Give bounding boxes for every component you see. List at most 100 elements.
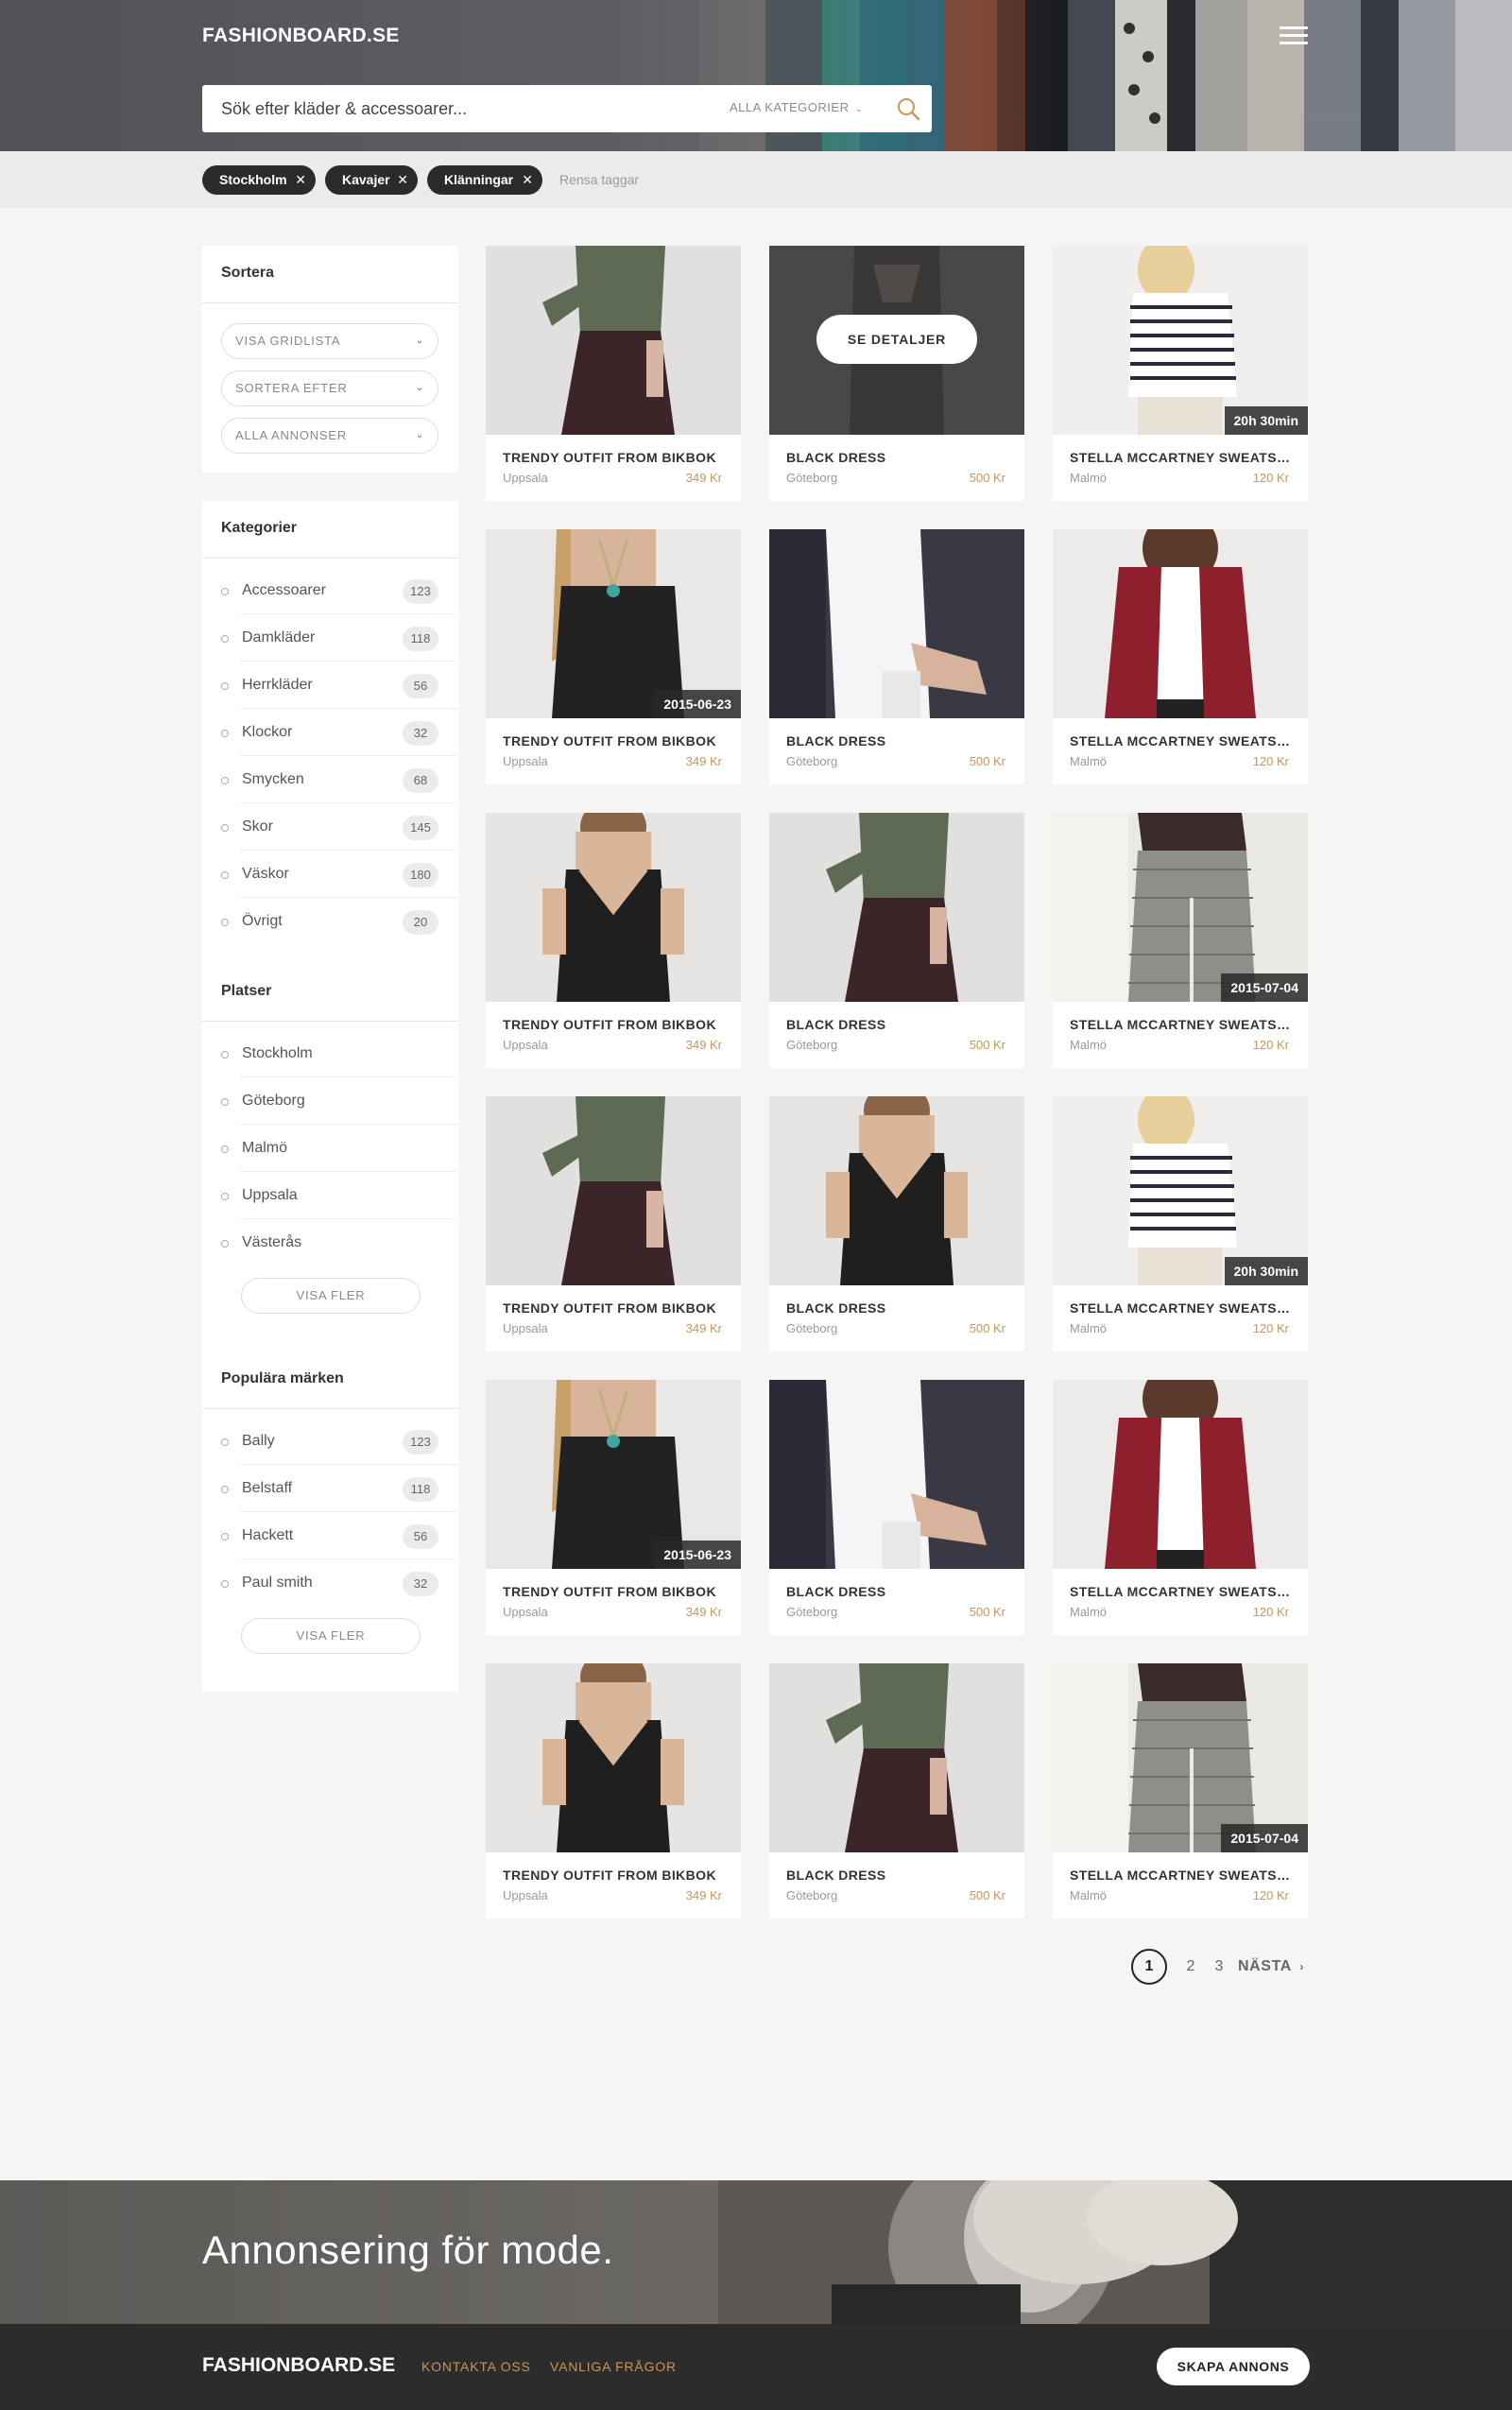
create-ad-button[interactable]: SKAPA ANNONS xyxy=(1157,2348,1310,2385)
next-page-button[interactable]: NÄSTA › xyxy=(1238,1949,1310,1985)
product-price: 500 Kr xyxy=(969,471,1005,485)
tag-chip-kavajer[interactable]: Kavajer ✕ xyxy=(325,165,418,195)
see-details-button[interactable]: SE DETALJER xyxy=(816,315,977,364)
product-title[interactable]: STELLA MCCARTNEY SWEATSHIRT xyxy=(1070,1868,1293,1883)
product-card[interactable]: SE DETALJER BLACK DRESS Göteborg 500 Kr xyxy=(769,246,1024,501)
place-item-vasteras[interactable]: Västerås xyxy=(221,1219,438,1266)
product-title[interactable]: STELLA MCCARTNEY SWEATSHIRT xyxy=(1070,1017,1293,1032)
product-image[interactable] xyxy=(769,1663,1024,1852)
page-1-button[interactable]: 1 xyxy=(1131,1949,1167,1985)
product-image[interactable] xyxy=(1053,1380,1308,1569)
product-card[interactable]: BLACK DRESS Göteborg 500 Kr xyxy=(769,529,1024,784)
product-title[interactable]: TRENDY OUTFIT FROM BIKBOK xyxy=(503,450,726,465)
category-item-klockor[interactable]: Klockor 32 xyxy=(221,709,457,756)
product-title[interactable]: STELLA MCCARTNEY SWEATSHIRT xyxy=(1070,1584,1293,1599)
chevron-down-icon: ⌄ xyxy=(415,430,424,440)
product-card[interactable]: TRENDY OUTFIT FROM BIKBOK Uppsala 349 Kr xyxy=(486,1096,741,1351)
close-icon[interactable]: ✕ xyxy=(522,165,533,195)
product-card[interactable]: BLACK DRESS Göteborg 500 Kr xyxy=(769,1380,1024,1635)
category-select[interactable]: ALLA KATEGORIER ⌄ xyxy=(730,100,863,114)
product-card[interactable]: BLACK DRESS Göteborg 500 Kr xyxy=(769,1663,1024,1919)
sort-panel: Sortera VISA GRIDLISTA ⌄ SORTERA EFTER ⌄ A… xyxy=(202,246,458,473)
product-title[interactable]: BLACK DRESS xyxy=(786,733,1009,749)
tag-chip-klanningar[interactable]: Klänningar ✕ xyxy=(427,165,542,195)
product-title[interactable]: TRENDY OUTFIT FROM BIKBOK xyxy=(503,733,726,749)
tag-chip-stockholm[interactable]: Stockholm ✕ xyxy=(202,165,316,195)
product-title[interactable]: STELLA MCCARTNEY SWEATSHIRT xyxy=(1070,1300,1293,1316)
product-image[interactable] xyxy=(769,529,1024,718)
product-card[interactable]: TRENDY OUTFIT FROM BIKBOK Uppsala 349 Kr xyxy=(486,1663,741,1919)
category-item-skor[interactable]: Skor 145 xyxy=(221,803,457,851)
product-card[interactable]: BLACK DRESS Göteborg 500 Kr xyxy=(769,1096,1024,1351)
category-item-ovrigt[interactable]: Övrigt 20 xyxy=(221,898,438,945)
page-3-button[interactable]: 3 xyxy=(1210,1949,1228,1985)
product-title[interactable]: BLACK DRESS xyxy=(786,1868,1009,1883)
product-card[interactable]: BLACK DRESS Göteborg 500 Kr xyxy=(769,813,1024,1068)
brand-item-hackett[interactable]: Hackett 56 xyxy=(221,1512,457,1559)
product-card[interactable]: 2015-07-04 STELLA MCCARTNEY SWEATSHIRT Mal… xyxy=(1053,1663,1308,1919)
category-label: Herrkläder xyxy=(242,677,313,693)
product-image[interactable] xyxy=(769,813,1024,1002)
product-card[interactable]: 20h 30min STELLA MCCARTNEY SWEATSHIRT Malm… xyxy=(1053,1096,1308,1351)
category-item-accessoarer[interactable]: Accessoarer 123 xyxy=(221,567,457,614)
time-badge: 2015-07-04 xyxy=(1221,973,1308,1002)
site-logo[interactable]: FASHIONBOARD.SE xyxy=(202,25,400,47)
product-card[interactable]: STELLA MCCARTNEY SWEATSHIRT Malmö 120 Kr xyxy=(1053,1380,1308,1635)
product-card[interactable]: STELLA MCCARTNEY SWEATSHIRT Malmö 120 Kr xyxy=(1053,529,1308,784)
product-card[interactable]: TRENDY OUTFIT FROM BIKBOK Uppsala 349 Kr xyxy=(486,813,741,1068)
product-title[interactable]: STELLA MCCARTNEY SWEATSHIRT xyxy=(1070,733,1293,749)
brand-item-belstaff[interactable]: Belstaff 118 xyxy=(221,1465,457,1512)
product-price: 120 Kr xyxy=(1252,1605,1289,1619)
product-title[interactable]: BLACK DRESS xyxy=(786,1300,1009,1316)
place-item-uppsala[interactable]: Uppsala xyxy=(221,1172,457,1219)
view-grid-dropdown[interactable]: VISA GRIDLISTA ⌄ xyxy=(221,323,438,359)
search-icon[interactable] xyxy=(896,96,920,121)
place-item-malmo[interactable]: Malmö xyxy=(221,1125,457,1172)
footer-logo[interactable]: FASHIONBOARD.SE xyxy=(202,2354,395,2377)
brand-item-bally[interactable]: Bally 123 xyxy=(221,1418,457,1465)
product-title[interactable]: TRENDY OUTFIT FROM BIKBOK xyxy=(503,1584,726,1599)
show-more-places-button[interactable]: VISA FLER xyxy=(241,1278,421,1314)
product-title[interactable]: TRENDY OUTFIT FROM BIKBOK xyxy=(503,1300,726,1316)
category-item-vaskor[interactable]: Väskor 180 xyxy=(221,851,457,898)
product-title[interactable]: TRENDY OUTFIT FROM BIKBOK xyxy=(503,1017,726,1032)
close-icon[interactable]: ✕ xyxy=(397,165,408,195)
all-ads-dropdown[interactable]: ALLA ANNONSER ⌄ xyxy=(221,418,438,454)
product-image[interactable] xyxy=(486,246,741,435)
category-item-herrklader[interactable]: Herrkläder 56 xyxy=(221,662,457,709)
page-2-button[interactable]: 2 xyxy=(1181,1949,1200,1985)
product-title[interactable]: BLACK DRESS xyxy=(786,1017,1009,1032)
product-title[interactable]: STELLA MCCARTNEY SWEATSHIRT xyxy=(1070,450,1293,465)
category-item-damklader[interactable]: Damkläder 118 xyxy=(221,614,457,662)
product-card[interactable]: 2015-07-04 STELLA MCCARTNEY SWEATSHIRT Mal… xyxy=(1053,813,1308,1068)
product-image[interactable] xyxy=(486,813,741,1002)
category-item-smycken[interactable]: Smycken 68 xyxy=(221,756,457,803)
product-image[interactable] xyxy=(769,1096,1024,1285)
search-input[interactable] xyxy=(221,85,675,132)
place-item-goteborg[interactable]: Göteborg xyxy=(221,1077,457,1125)
category-label: Övrigt xyxy=(242,913,283,929)
faq-link[interactable]: VANLIGA FRÅGOR xyxy=(550,2359,677,2374)
product-card[interactable]: TRENDY OUTFIT FROM BIKBOK Uppsala 349 Kr xyxy=(486,246,741,501)
product-image[interactable] xyxy=(769,1380,1024,1569)
product-location: Malmö xyxy=(1070,754,1108,768)
time-badge: 20h 30min xyxy=(1224,406,1308,435)
product-title[interactable]: BLACK DRESS xyxy=(786,450,1009,465)
place-item-stockholm[interactable]: Stockholm xyxy=(221,1030,457,1077)
close-icon[interactable]: ✕ xyxy=(295,165,306,195)
product-title[interactable]: BLACK DRESS xyxy=(786,1584,1009,1599)
product-image[interactable] xyxy=(1053,529,1308,718)
product-card[interactable]: 2015-06-23 TRENDY OUTFIT FROM BIKBOK Uppsa… xyxy=(486,1380,741,1635)
product-card[interactable]: 2015-06-23 TRENDY OUTFIT FROM BIKBOK Uppsa… xyxy=(486,529,741,784)
hamburger-menu-icon[interactable] xyxy=(1280,26,1308,47)
product-title[interactable]: TRENDY OUTFIT FROM BIKBOK xyxy=(503,1868,726,1883)
sort-by-dropdown[interactable]: SORTERA EFTER ⌄ xyxy=(221,370,438,406)
clear-tags-link[interactable]: Rensa taggar xyxy=(559,172,639,187)
product-price: 120 Kr xyxy=(1252,1321,1289,1335)
product-image[interactable] xyxy=(486,1096,741,1285)
contact-link[interactable]: KONTAKTA OSS xyxy=(421,2359,531,2374)
product-card[interactable]: 20h 30min STELLA MCCARTNEY SWEATSHIRT Malm… xyxy=(1053,246,1308,501)
show-more-brands-button[interactable]: VISA FLER xyxy=(241,1618,421,1654)
product-image[interactable] xyxy=(486,1663,741,1852)
brand-item-paul-smith[interactable]: Paul smith 32 xyxy=(221,1559,438,1607)
